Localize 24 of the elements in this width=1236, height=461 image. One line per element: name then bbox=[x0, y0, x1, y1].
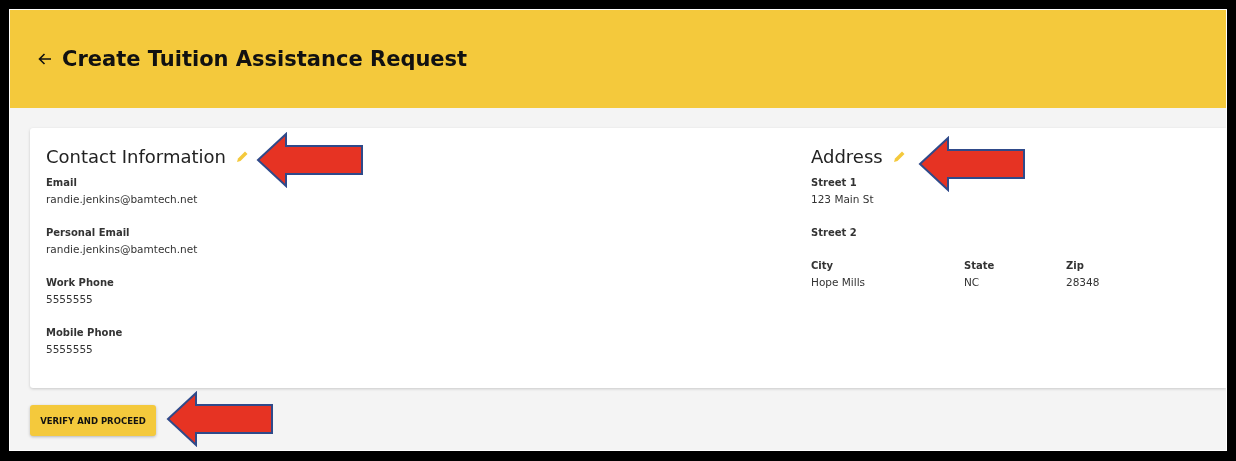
section-title: Address bbox=[811, 146, 883, 167]
field-label: Street 1 bbox=[811, 176, 858, 190]
field-value: randie.jenkins@bamtech.net bbox=[46, 192, 199, 207]
section-title: Contact Information bbox=[46, 146, 226, 167]
field-label: Mobile Phone bbox=[46, 326, 124, 340]
back-arrow-icon[interactable] bbox=[38, 53, 52, 65]
field-label: Zip bbox=[1066, 259, 1085, 273]
field-label: City bbox=[811, 259, 835, 273]
field-label: State bbox=[964, 259, 996, 273]
field-label: Work Phone bbox=[46, 276, 115, 290]
pencil-icon[interactable] bbox=[235, 150, 249, 163]
field-value: 5555555 bbox=[46, 292, 94, 307]
field-label: Personal Email bbox=[46, 226, 131, 240]
field-label: Street 2 bbox=[811, 226, 858, 240]
verify-button[interactable]: VERIFY AND PROCEED bbox=[30, 405, 156, 436]
page-title: Create Tuition Assistance Request bbox=[62, 47, 468, 71]
field-value: 28348 bbox=[1066, 275, 1100, 290]
field-value: Hope Mills bbox=[811, 275, 867, 290]
pencil-icon[interactable] bbox=[892, 150, 906, 163]
field-value: NC bbox=[964, 275, 981, 290]
field-value: 5555555 bbox=[46, 342, 94, 357]
field-label: Email bbox=[46, 176, 78, 190]
field-value: 123 Main St bbox=[811, 192, 875, 207]
field-value: randie.jenkins@bamtech.net bbox=[46, 242, 199, 257]
